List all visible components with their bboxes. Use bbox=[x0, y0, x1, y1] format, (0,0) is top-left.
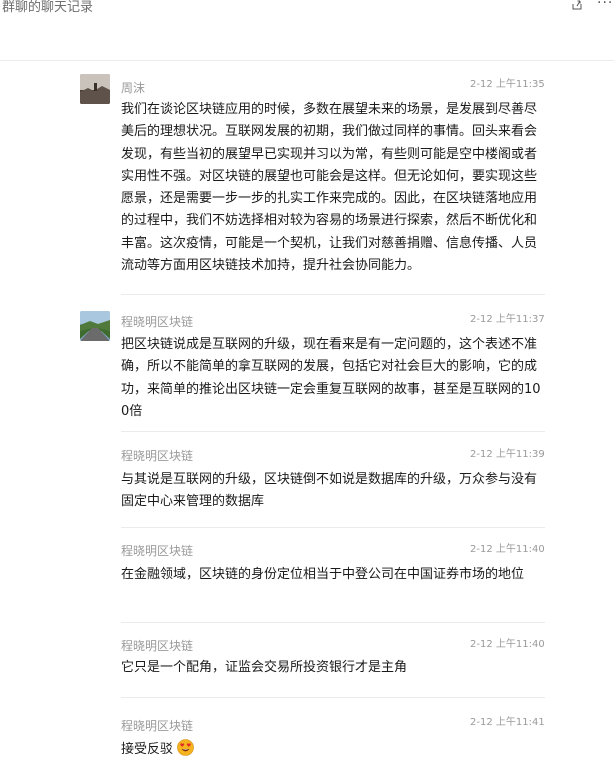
message-divider bbox=[121, 527, 545, 528]
message-divider bbox=[121, 622, 545, 623]
sender-name: 程晓明区块链 bbox=[121, 315, 194, 329]
message-time: 2-12 上午11:41 bbox=[470, 717, 545, 728]
message-time: 2-12 上午11:40 bbox=[470, 639, 545, 650]
window-titlebar: 群聊的聊天记录 ··· bbox=[0, 0, 614, 60]
sender-name: 程晓明区块链 bbox=[121, 544, 194, 558]
message-time: 2-12 上午11:40 bbox=[470, 544, 545, 555]
message-divider bbox=[121, 294, 545, 295]
titlebar-divider bbox=[0, 60, 614, 61]
message-text: 与其说是互联网的升级，区块链倒不如说是数据库的升级，万众参与没有固定中心来管理的… bbox=[121, 472, 538, 510]
message-text: 我们在谈论区块链应用的时候，多数在展望未来的场景，是发展到尽善尽美后的理想状况。… bbox=[121, 102, 538, 274]
sender-name: 程晓明区块链 bbox=[121, 449, 194, 463]
message-text-content: 接受反驳 bbox=[121, 742, 174, 757]
window-title: 群聊的聊天记录 bbox=[2, 0, 94, 15]
sender-name: 周沫 bbox=[121, 81, 146, 95]
message-divider bbox=[121, 431, 545, 432]
message-text: 它只是一个配角，证监会交易所投资银行才是主角 bbox=[121, 660, 408, 675]
avatar[interactable] bbox=[80, 74, 110, 104]
message-time: 2-12 上午11:35 bbox=[470, 79, 545, 90]
message-text: 把区块链说成是互联网的升级，现在看来是有一定问题的，这个表述不准确，所以不能简单… bbox=[121, 337, 541, 419]
sender-name: 程晓明区块链 bbox=[121, 719, 194, 733]
more-icon[interactable]: ··· bbox=[597, 0, 613, 10]
message-time: 2-12 上午11:37 bbox=[470, 314, 545, 325]
message-time: 2-12 上午11:39 bbox=[470, 449, 545, 460]
message-text: 接受反驳 bbox=[121, 739, 545, 761]
share-icon[interactable] bbox=[572, 0, 582, 10]
heart-eyes-emoji-icon bbox=[177, 739, 194, 756]
avatar[interactable] bbox=[80, 311, 110, 341]
message-text: 在金融领域，区块链的身份定位相当于中登公司在中国证券市场的地位 bbox=[121, 567, 525, 582]
message-divider bbox=[121, 697, 545, 698]
sender-name: 程晓明区块链 bbox=[121, 639, 194, 653]
